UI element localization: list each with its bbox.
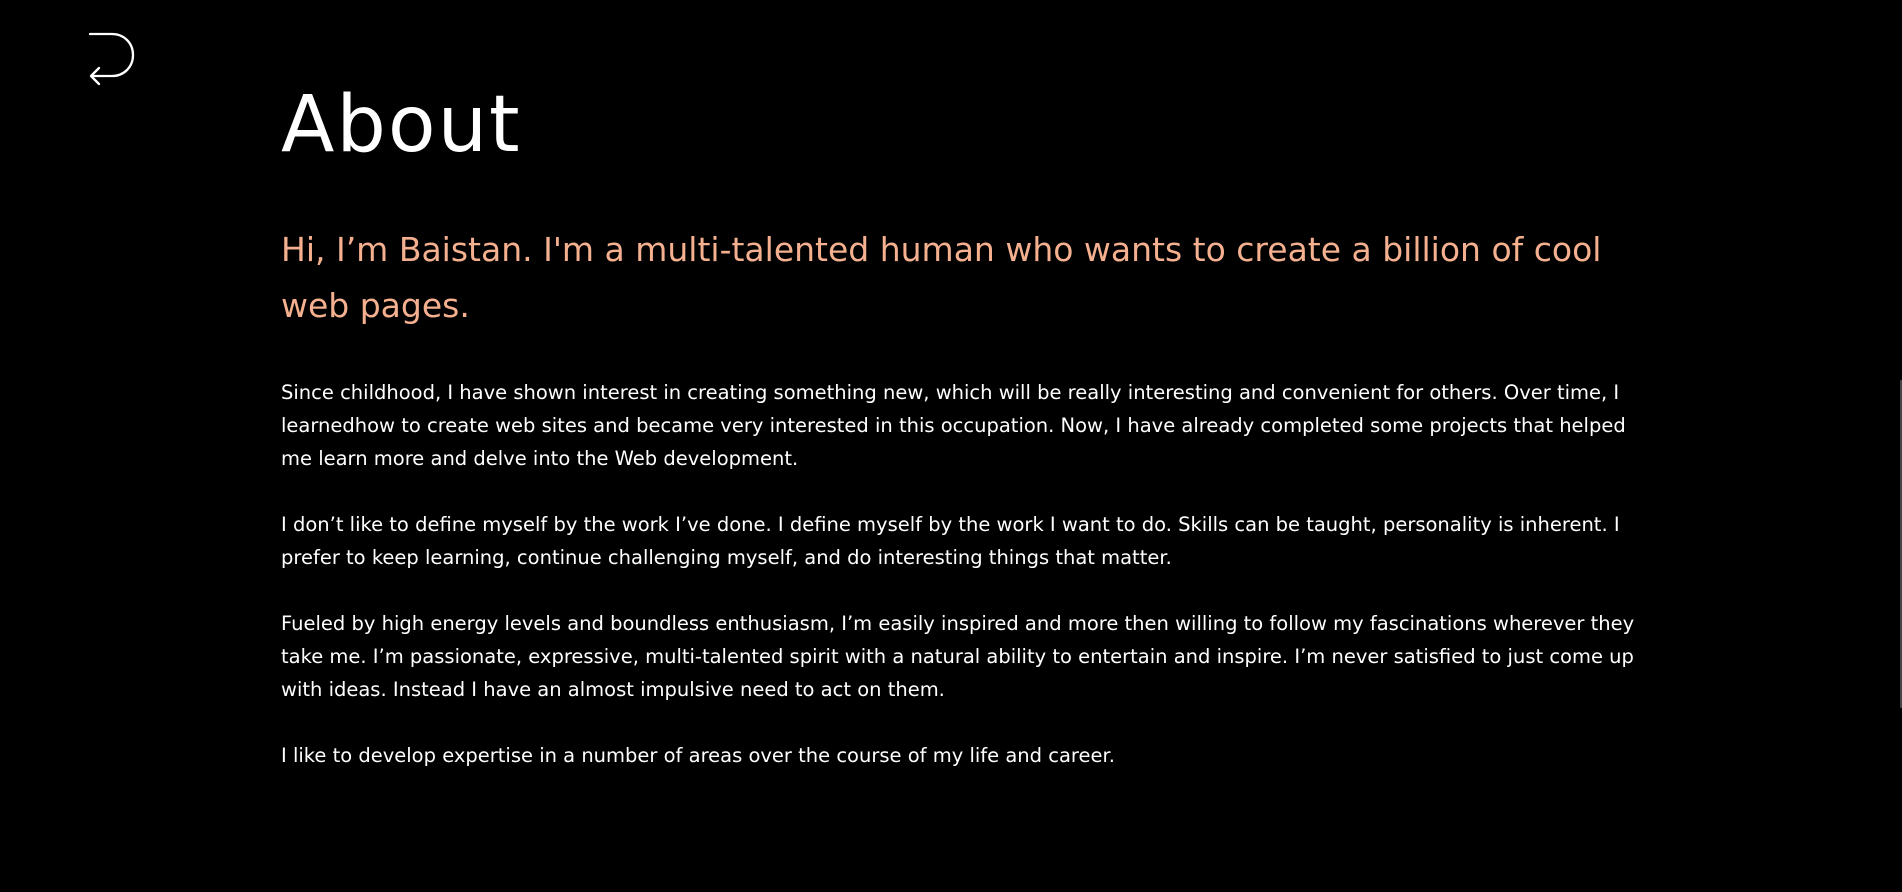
- about-paragraph: Since childhood, I have shown interest i…: [281, 381, 1626, 470]
- about-description: Since childhood, I have shown interest i…: [281, 376, 1641, 772]
- back-button[interactable]: [84, 30, 140, 86]
- about-paragraph: Fueled by high energy levels and boundle…: [281, 612, 1635, 701]
- page-title: About: [281, 80, 522, 170]
- about-paragraph: I like to develop expertise in a number …: [281, 744, 1115, 767]
- about-page: About Hi, I’m Baistan. I'm a multi-talen…: [0, 0, 1902, 892]
- intro-heading: Hi, I’m Baistan. I'm a multi-talented hu…: [281, 230, 1602, 325]
- back-arrow-icon: [88, 32, 135, 86]
- about-paragraph: I don’t like to define myself by the wor…: [281, 513, 1620, 569]
- about-content: About Hi, I’m Baistan. I'm a multi-talen…: [281, 86, 1641, 805]
